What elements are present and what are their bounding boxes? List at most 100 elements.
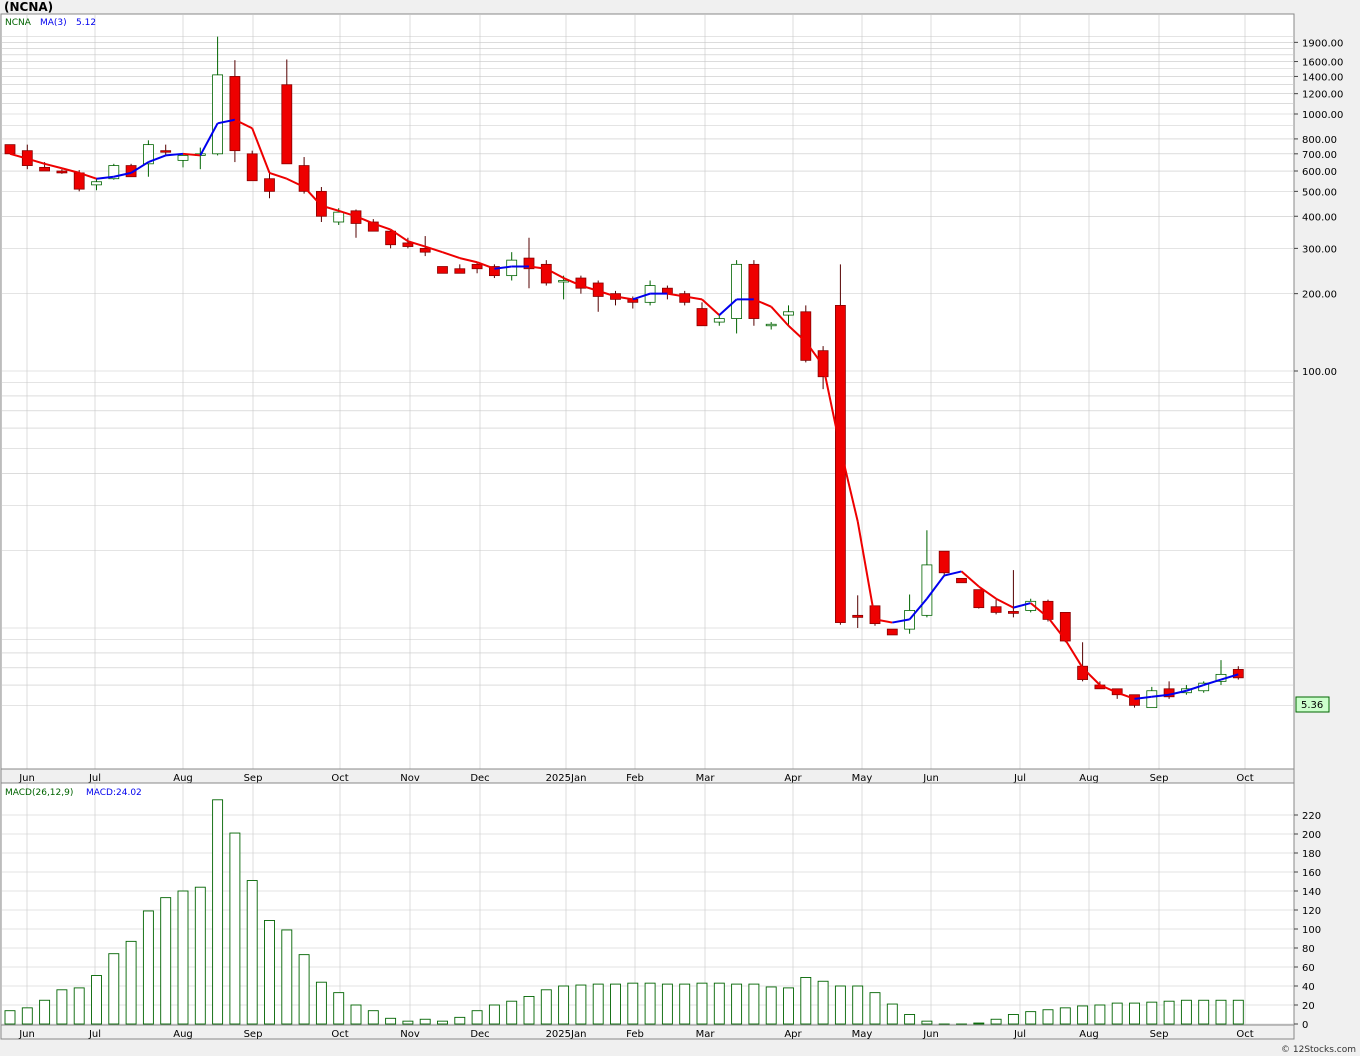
candle-body [713, 318, 725, 323]
macd-bar [973, 1022, 985, 1025]
macd-bar [506, 1000, 518, 1025]
macd-bar [904, 1014, 916, 1025]
price-tick-label: 800.00 [1302, 135, 1337, 146]
macd-label: MACD(26,12,9) [5, 788, 73, 798]
macd-bar [1232, 999, 1244, 1025]
macd-bar [1025, 1011, 1037, 1025]
macd-tick-label: 160 [1302, 868, 1321, 879]
price-tick-label: 700.00 [1302, 150, 1337, 161]
macd-bar [246, 880, 258, 1025]
candle-body [281, 84, 293, 165]
macd-bar [834, 985, 846, 1025]
candle-body [783, 311, 794, 316]
macd-bar [990, 1018, 1002, 1025]
candle-body [1232, 669, 1244, 679]
month-label: Dec [470, 1029, 489, 1040]
macd-bar [264, 920, 275, 1025]
candle-body [973, 589, 985, 609]
month-label: Jun [922, 1029, 939, 1040]
macd-tick-label: 60 [1302, 963, 1315, 974]
candle-body [402, 242, 414, 247]
macd-bar [437, 1020, 448, 1025]
macd-bar [1094, 1004, 1106, 1025]
month-label: Nov [400, 773, 420, 784]
macd-bar [488, 1004, 500, 1025]
macd-bar [956, 1023, 967, 1025]
month-label: Aug [173, 1029, 193, 1040]
macd-tick-label: 20 [1302, 1001, 1315, 1012]
macd-bar [125, 940, 137, 1025]
macd-x-axis [0, 1024, 1295, 1040]
macd-bar [817, 980, 829, 1025]
month-label: Oct [1236, 773, 1253, 784]
month-label: Nov [400, 1029, 420, 1040]
month-label: Sep [1150, 773, 1169, 784]
macd-bar [402, 1020, 414, 1025]
macd-bar [783, 987, 794, 1025]
month-label: Oct [331, 773, 348, 784]
macd-bar [1042, 1009, 1054, 1025]
candle-body [990, 606, 1002, 613]
macd-bar [765, 986, 777, 1025]
candle-body [419, 247, 431, 253]
candle-body [938, 550, 950, 574]
price-tick-label: 400.00 [1302, 212, 1337, 223]
macd-bar [298, 954, 310, 1025]
month-label: 2025Jan [546, 1029, 587, 1040]
month-label: Jul [1013, 773, 1026, 784]
candle-body [91, 181, 102, 186]
macd-bar [731, 983, 743, 1025]
macd-tick-label: 100 [1302, 925, 1321, 936]
candle-body [4, 144, 16, 155]
candle-body [264, 178, 275, 192]
macd-bar [800, 977, 812, 1025]
ma-value: 5.12 [76, 18, 96, 28]
candle-body [817, 350, 829, 378]
macd-bar [644, 982, 656, 1025]
macd-bar [852, 985, 864, 1025]
month-label: Jul [88, 773, 101, 784]
candle-body [956, 577, 967, 584]
macd-bar [142, 910, 154, 1025]
month-label: Feb [626, 773, 644, 784]
macd-bar [558, 985, 570, 1025]
macd-bar [523, 996, 535, 1025]
macd-bar [1059, 1007, 1071, 1025]
symbol-label: NCNA [5, 18, 32, 28]
candle-body [56, 170, 68, 174]
price-tick-label: 1900.00 [1302, 38, 1343, 49]
candle-body [800, 311, 812, 361]
month-label: 2025Jan [546, 773, 587, 784]
macd-bar [1007, 1014, 1019, 1025]
macd-tick-label: 120 [1302, 906, 1321, 917]
month-label: Oct [331, 1029, 348, 1040]
macd-bar [385, 1017, 397, 1025]
candle-body [177, 155, 189, 161]
macd-bar [713, 982, 725, 1025]
macd-bar [108, 953, 120, 1025]
candle-body [212, 74, 224, 155]
macd-bar [73, 987, 85, 1025]
price-tick-label: 1600.00 [1302, 58, 1343, 69]
macd-bar [21, 1007, 33, 1025]
macd-value-label: MACD:24.02 [86, 788, 142, 798]
month-label: Aug [173, 773, 193, 784]
macd-bar [1077, 1005, 1089, 1025]
last-price-label: 5.36 [1301, 700, 1323, 711]
macd-tick-label: 80 [1302, 944, 1315, 955]
macd-bar [212, 799, 224, 1025]
macd-bar [454, 1016, 466, 1025]
macd-bar [350, 1004, 362, 1025]
candle-body [886, 628, 898, 636]
candle-body [748, 263, 760, 319]
macd-bar [592, 983, 604, 1025]
month-label: Jun [922, 773, 939, 784]
macd-bar [229, 832, 241, 1025]
month-label: Aug [1079, 1029, 1099, 1040]
macd-bar [160, 897, 172, 1025]
price-tick-label: 1400.00 [1302, 72, 1343, 83]
candle-body [558, 280, 569, 283]
month-label: Jul [88, 1029, 101, 1040]
chart-title: (NCNA) [4, 0, 53, 14]
macd-bar [610, 983, 621, 1025]
